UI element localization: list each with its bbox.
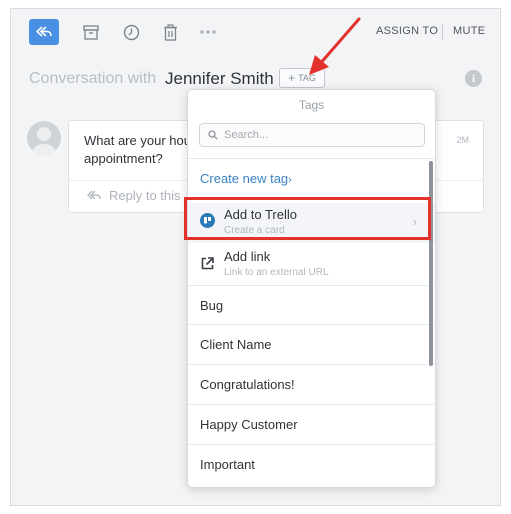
info-icon[interactable]: i: [465, 70, 482, 87]
conversation-prefix: Conversation with: [29, 70, 157, 87]
dropdown-scrollbar[interactable]: [429, 161, 433, 366]
tag-item-important[interactable]: Important: [200, 457, 255, 472]
reply-placeholder: Reply to this: [109, 188, 181, 203]
tag-item-happy-customer[interactable]: Happy Customer: [200, 417, 298, 432]
archive-button[interactable]: [81, 22, 101, 42]
trash-icon: [163, 23, 177, 41]
message-time: 2M: [456, 135, 469, 145]
plus-icon: +: [288, 71, 296, 85]
snooze-button[interactable]: [121, 22, 141, 42]
archive-icon: [83, 25, 99, 40]
avatar: [27, 121, 61, 155]
person-icon: [32, 127, 56, 155]
divider: [188, 285, 435, 286]
create-new-tag-label: Create new tag: [200, 171, 289, 186]
tag-item-congratulations[interactable]: Congratulations!: [200, 377, 295, 392]
clock-icon: [123, 24, 139, 40]
reply-all-button[interactable]: [29, 19, 59, 45]
tag-item-client-name[interactable]: Client Name: [200, 337, 272, 352]
toolbar: ASSIGN TO MUTE: [11, 9, 500, 55]
tags-dropdown: Tags Search... Create new tag› Add to Tr…: [187, 89, 436, 488]
divider: [188, 364, 435, 365]
create-new-tag-link[interactable]: Create new tag›: [200, 171, 292, 186]
toolbar-divider: [442, 24, 443, 40]
reply-box[interactable]: Reply to this: [87, 188, 181, 203]
more-button[interactable]: [198, 22, 218, 42]
message-text: What are your hou appointment?: [84, 133, 191, 166]
chevron-right-icon: ›: [288, 174, 292, 186]
annotation-arrow: [309, 17, 361, 75]
divider: [188, 158, 435, 159]
search-icon: [208, 130, 218, 140]
annotation-highlight-box: [184, 197, 431, 240]
delete-button[interactable]: [160, 22, 180, 42]
add-link-item[interactable]: Add link Link to an external URL: [188, 245, 435, 285]
add-link-title: Add link: [224, 249, 271, 264]
reply-icon: [87, 190, 101, 200]
tag-item-bug[interactable]: Bug: [200, 298, 223, 313]
divider: [188, 324, 435, 325]
add-link-subtitle: Link to an external URL: [224, 267, 329, 278]
more-horizontal-icon: [200, 30, 216, 34]
tag-search-input[interactable]: Search...: [199, 123, 425, 147]
assign-to-button[interactable]: ASSIGN TO: [376, 25, 438, 37]
divider: [188, 404, 435, 405]
mute-button[interactable]: MUTE: [453, 25, 485, 37]
contact-name[interactable]: Jennifer Smith: [165, 69, 274, 89]
dropdown-title: Tags: [298, 98, 325, 112]
search-placeholder: Search...: [224, 129, 269, 141]
reply-all-icon: [36, 26, 52, 37]
divider: [188, 444, 435, 445]
